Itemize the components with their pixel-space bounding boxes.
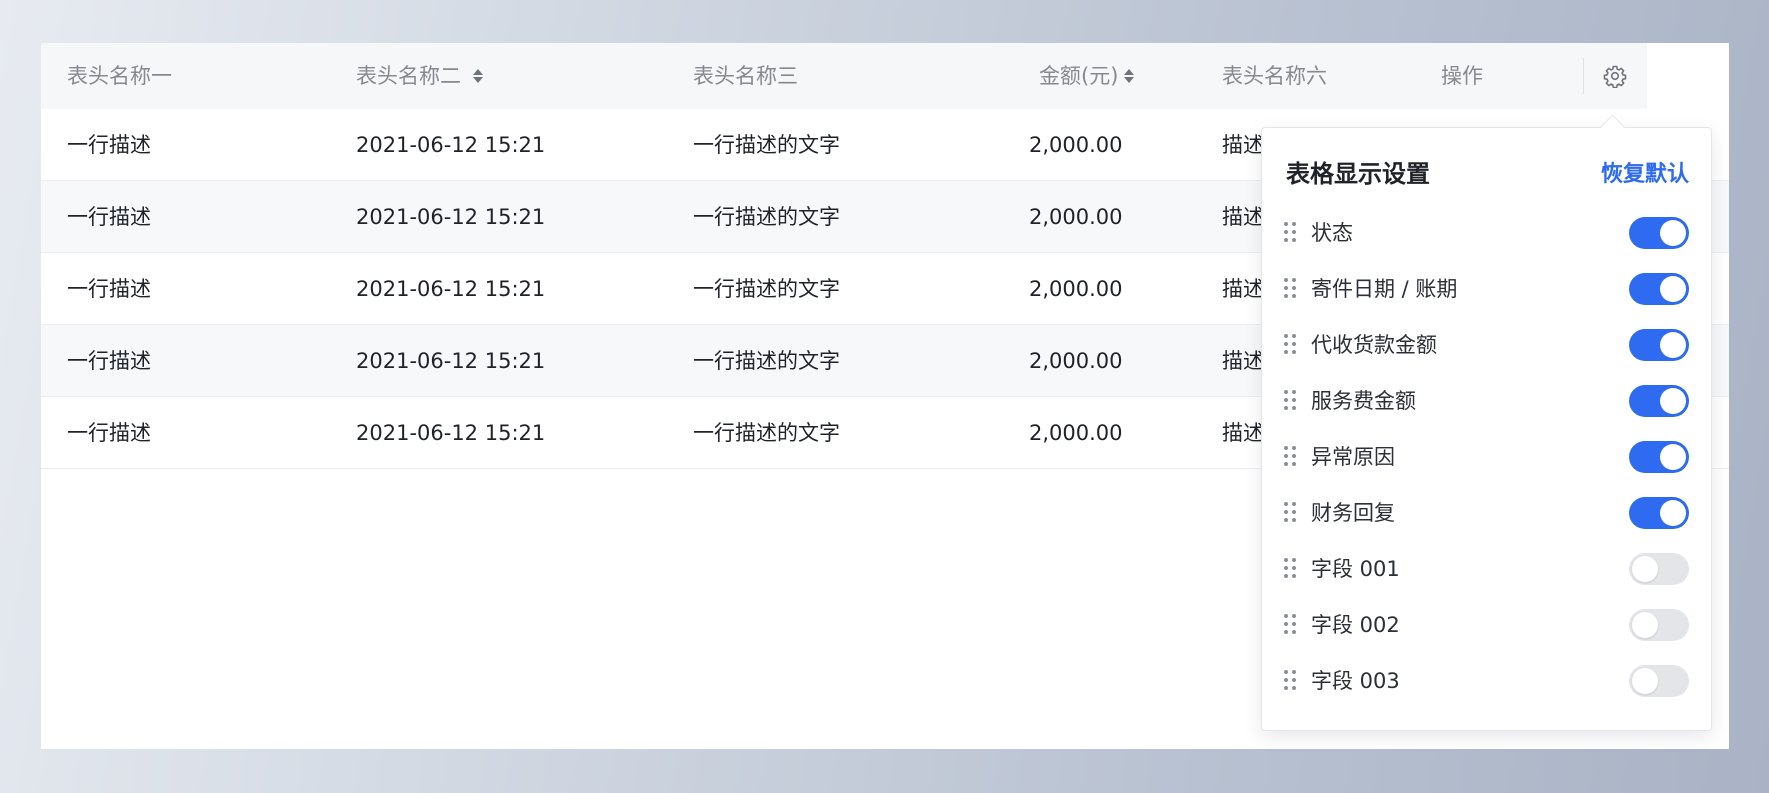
column-setting-label: 寄件日期 / 账期 [1311,277,1458,301]
column-setting-label: 字段 001 [1311,557,1400,581]
table-cell: 一行描述的文字 [693,205,840,229]
drag-handle-icon[interactable] [1284,502,1298,524]
column-setting-label: 状态 [1311,221,1353,245]
column-setting-label: 字段 003 [1311,669,1400,693]
column-setting-item: 异常原因 [1262,428,1711,484]
toggle-knob [1632,668,1658,694]
column-header-3: 表头名称三 [693,64,798,88]
drag-handle-icon[interactable] [1284,446,1298,468]
table-cell: 2,000.00 [1029,205,1123,229]
column-setting-item: 字段 002 [1262,596,1711,652]
reset-default-button[interactable]: 恢复默认 [1601,156,1689,188]
column-setting-item: 代收货款金额 [1262,316,1711,372]
drag-handle-icon[interactable] [1284,670,1298,692]
table-header: 表头名称一 表头名称二 表头名称三 金额(元) 表头名称六 操作 [41,43,1647,109]
column-header-1: 表头名称一 [67,64,172,88]
column-visibility-toggle[interactable] [1629,217,1689,249]
drag-handle-icon[interactable] [1284,334,1298,356]
toggle-knob [1632,612,1658,638]
table-cell: 2021-06-12 15:21 [356,133,546,157]
table-display-settings-popover: 表格显示设置 恢复默认 状态寄件日期 / 账期 代收货款金额 服务费金额异常原因财务… [1261,127,1712,731]
table-cell: 一行描述的文字 [693,277,840,301]
header-divider [1583,58,1584,94]
table-cell: 一行描述 [67,349,151,373]
table-cell: 2,000.00 [1029,277,1123,301]
column-setting-label: 服务费金额 [1311,389,1416,413]
drag-handle-icon[interactable] [1284,278,1298,300]
toggle-knob [1660,444,1686,470]
column-visibility-toggle[interactable] [1629,329,1689,361]
table-cell: 一行描述的文字 [693,133,840,157]
column-visibility-toggle[interactable] [1629,273,1689,305]
toggle-knob [1632,556,1658,582]
table-cell: 2021-06-12 15:21 [356,421,546,445]
column-setting-item: 服务费金额 [1262,372,1711,428]
column-visibility-toggle[interactable] [1629,385,1689,417]
column-setting-label: 财务回复 [1311,501,1395,525]
column-header-2[interactable]: 表头名称二 [356,43,483,109]
drag-handle-icon[interactable] [1284,390,1298,412]
column-setting-label: 字段 002 [1311,613,1400,637]
table-cell: 一行描述的文字 [693,421,840,445]
toggle-knob [1660,276,1686,302]
column-visibility-toggle[interactable] [1629,609,1689,641]
toggle-knob [1660,220,1686,246]
column-visibility-list: 状态寄件日期 / 账期 代收货款金额 服务费金额异常原因财务回复字段 001 字段 0… [1262,204,1711,708]
table-cell: 2,000.00 [1029,133,1123,157]
drag-handle-icon[interactable] [1284,558,1298,580]
column-visibility-toggle[interactable] [1629,497,1689,529]
column-visibility-toggle[interactable] [1629,553,1689,585]
table-cell: 2,000.00 [1029,421,1123,445]
column-setting-item: 状态 [1262,204,1711,260]
column-setting-label: 异常原因 [1311,445,1395,469]
column-setting-item: 财务回复 [1262,484,1711,540]
table-cell: 一行描述 [67,205,151,229]
popover-title: 表格显示设置 [1286,160,1430,188]
table-cell: 一行描述 [67,421,151,445]
gear-icon [1603,65,1627,88]
table-cell: 2021-06-12 15:21 [356,349,546,373]
table-cell: 2,000.00 [1029,349,1123,373]
toggle-knob [1660,332,1686,358]
table-cell: 2021-06-12 15:21 [356,205,546,229]
column-setting-item: 字段 001 [1262,540,1711,596]
sort-icon[interactable] [473,66,483,86]
column-setting-label: 代收货款金额 [1311,333,1437,357]
table-cell: 一行描述 [67,277,151,301]
drag-handle-icon[interactable] [1284,614,1298,636]
drag-handle-icon[interactable] [1284,222,1298,244]
sort-icon[interactable] [1124,66,1135,86]
column-header-actions: 操作 [1441,64,1483,88]
toggle-knob [1660,388,1686,414]
table-cell: 2021-06-12 15:21 [356,277,546,301]
column-header-6: 表头名称六 [1222,64,1327,88]
column-visibility-toggle[interactable] [1629,665,1689,697]
table-cell: 一行描述 [67,133,151,157]
column-setting-item: 字段 003 [1262,652,1711,708]
table-settings-button[interactable] [1599,60,1631,92]
column-setting-item: 寄件日期 / 账期 [1262,260,1711,316]
column-visibility-toggle[interactable] [1629,441,1689,473]
column-header-amount[interactable]: 金额(元) [1039,43,1135,109]
toggle-knob [1660,500,1686,526]
table-cell: 一行描述的文字 [693,349,840,373]
